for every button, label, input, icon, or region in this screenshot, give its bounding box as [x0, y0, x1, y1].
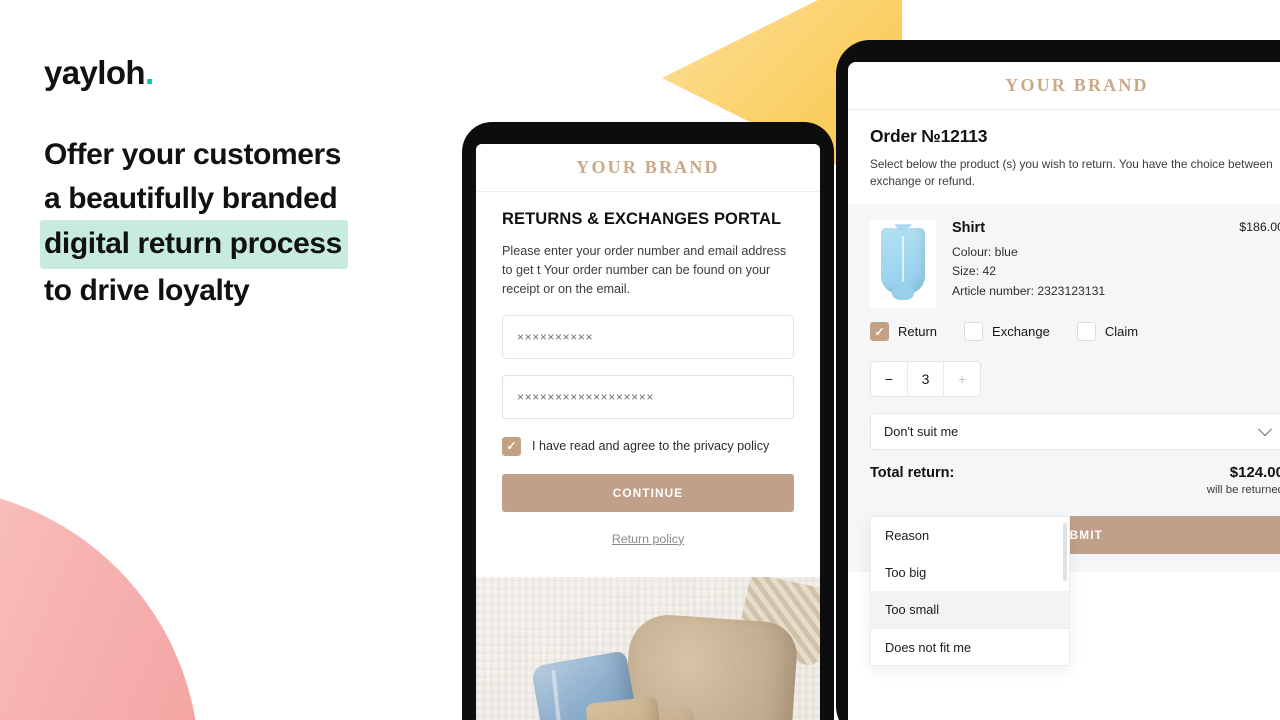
dropdown-option-too-small[interactable]: Too small — [871, 591, 1069, 629]
quantity-value: 3 — [906, 362, 944, 397]
product-colour: Colour: blue — [952, 245, 1018, 260]
total-return-row: Total return: $124.00 — [870, 464, 1280, 481]
reason-select-wrapper: Don't suit me In't like Reason Too big T… — [870, 413, 1280, 667]
claim-checkbox[interactable] — [1076, 322, 1096, 342]
privacy-policy-checkbox-row[interactable]: I have read and agree to the privacy pol… — [502, 436, 794, 456]
order-title: Order №12113 — [870, 126, 988, 146]
hero-copy: yayloh. Offer your customers a beautiful… — [40, 56, 444, 312]
return-type-options: Return Exchange Claim — [870, 322, 1280, 342]
total-return-label: Total return: — [870, 465, 955, 482]
return-policy-link[interactable]: Return policy — [502, 532, 794, 546]
shirt-knot-detail — [892, 284, 914, 301]
return-label: Return — [898, 324, 938, 340]
dropdown-option-reason[interactable]: Reason — [871, 517, 1069, 554]
exchange-label: Exchange — [992, 324, 1050, 340]
product-summary: Shirt $186.00 Colour: blue Size: 42 Arti… — [870, 220, 1280, 309]
phone-portal-description: Please enter your order number and email… — [502, 244, 787, 296]
quantity-stepper[interactable]: − 3 + — [870, 361, 981, 398]
page-title: Offer your customers a beautifully brand… — [40, 133, 444, 312]
total-return-value: $124.00 — [1229, 464, 1280, 482]
privacy-checkbox-label: I have read and agree to the privacy pol… — [532, 439, 770, 454]
product-return-card: Shirt $186.00 Colour: blue Size: 42 Arti… — [848, 204, 1280, 667]
reason-dropdown-menu[interactable]: Reason Too big Too small Does not fit me — [870, 516, 1070, 667]
product-price: $186.00 — [1239, 220, 1280, 235]
dropdown-scrollbar[interactable] — [1063, 523, 1067, 582]
total-return-note: will be returned — [1206, 484, 1280, 497]
product-article-number: Article number: 2323123131 — [952, 283, 1106, 298]
tablet-device-frame: YOUR BRAND Order №12113 Select below the… — [836, 40, 1280, 720]
tablet-brand-name: YOUR BRAND — [1005, 75, 1149, 95]
return-checkbox[interactable] — [870, 322, 889, 342]
logo-dot: . — [144, 54, 154, 91]
headline-line-3-highlight: digital return process — [40, 220, 348, 269]
pink-fan-decoration — [0, 450, 200, 720]
quantity-decrement-button[interactable]: − — [871, 362, 907, 396]
phone-portal-body: RETURNS & EXCHANGES PORTAL Please enter … — [476, 192, 820, 546]
order-header-section: Order №12113 Select below the product (s… — [848, 110, 1280, 190]
phone-brand-name: YOUR BRAND — [576, 157, 720, 177]
logo-wordmark: yayloh — [44, 54, 146, 91]
headline-line-2: a beautifully branded — [44, 181, 338, 215]
quantity-increment-button[interactable]: + — [943, 362, 980, 397]
email-value: ×××××××××××××××××× — [517, 389, 654, 404]
product-name: Shirt — [952, 220, 986, 237]
dropdown-option-too-big[interactable]: Too big — [871, 554, 1069, 591]
chevron-down-icon — [1257, 421, 1273, 436]
claim-label: Claim — [1104, 324, 1139, 340]
email-input[interactable]: ×××××××××××××××××× — [502, 374, 794, 419]
tablet-screen: YOUR BRAND Order №12113 Select below the… — [848, 62, 1280, 720]
phone-device-frame: YOUR BRAND RETURNS & EXCHANGES PORTAL Pl… — [462, 122, 834, 720]
phone-portal-title: RETURNS & EXCHANGES PORTAL — [502, 210, 782, 228]
return-policy-link-label: Return policy — [611, 531, 685, 546]
option-exchange[interactable]: Exchange — [964, 322, 1050, 342]
tablet-brand-header: YOUR BRAND — [848, 62, 1280, 110]
flatlay-product-photo — [476, 577, 820, 720]
product-details: Shirt $186.00 Colour: blue Size: 42 Arti… — [952, 220, 1280, 308]
phone-screen: YOUR BRAND RETURNS & EXCHANGES PORTAL Pl… — [476, 144, 820, 720]
order-number-value: ×××××××××× — [517, 329, 594, 344]
product-size: Size: 42 — [952, 264, 997, 279]
order-description: Select below the product (s) you wish to… — [870, 157, 1273, 189]
order-number-input[interactable]: ×××××××××× — [502, 314, 794, 359]
yayloh-logo: yayloh. — [44, 56, 444, 89]
dropdown-option-does-not-fit-me[interactable]: Does not fit me — [871, 628, 1069, 665]
option-return[interactable]: Return — [870, 322, 938, 342]
continue-button[interactable]: CONTINUE — [502, 473, 794, 512]
headline-line-4: to drive loyalty — [44, 273, 250, 307]
shirt-image — [881, 228, 925, 301]
screenshot-root: yayloh. Offer your customers a beautiful… — [0, 0, 1280, 720]
product-thumbnail — [870, 220, 936, 309]
privacy-checkbox[interactable] — [502, 436, 521, 456]
exchange-checkbox[interactable] — [964, 322, 984, 342]
option-claim[interactable]: Claim — [1076, 322, 1139, 342]
reason-select-value: Don't suit me — [884, 424, 959, 440]
headline-line-1: Offer your customers — [44, 138, 342, 171]
phone-brand-header: YOUR BRAND — [476, 144, 820, 192]
reason-select[interactable]: Don't suit me — [870, 413, 1280, 451]
